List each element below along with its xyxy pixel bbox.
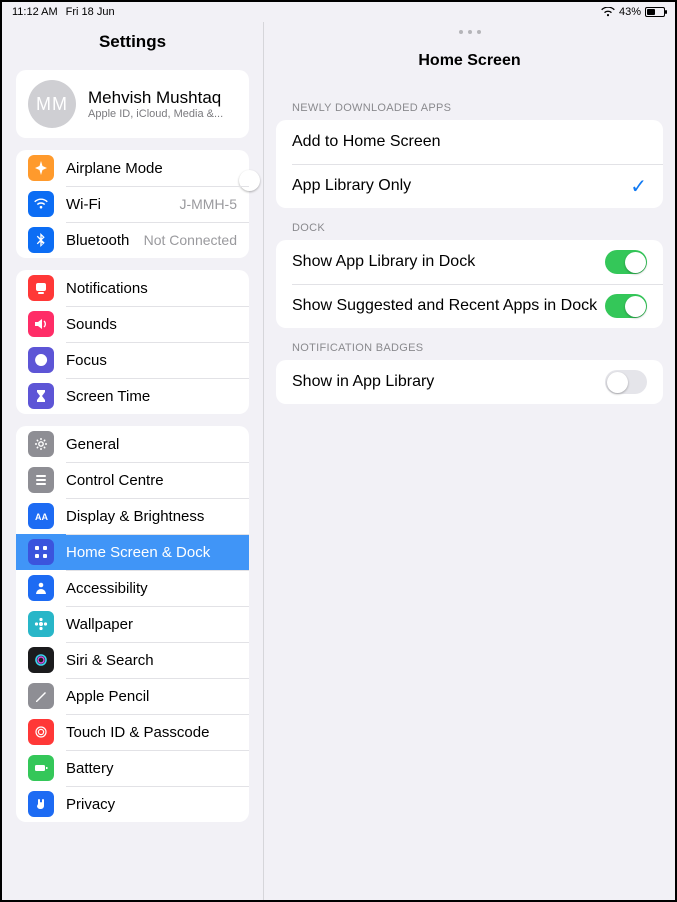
row-trail: J-MMH-5: [179, 196, 237, 212]
sidebar-item-bluetooth[interactable]: Bluetooth Not Connected: [16, 222, 249, 258]
bell-icon: [28, 275, 54, 301]
content-title: Home Screen: [264, 42, 675, 88]
finger-icon: [28, 719, 54, 745]
grid-icon: [28, 539, 54, 565]
sidebar-item-focus[interactable]: Focus: [16, 342, 249, 378]
setting-row-add-to-home-screen[interactable]: Add to Home Screen: [276, 120, 663, 164]
setting-label: Show in App Library: [292, 373, 434, 391]
row-trail: Not Connected: [144, 232, 237, 248]
sidebar-item-siri-search[interactable]: Siri & Search: [16, 642, 249, 678]
row-label: Airplane Mode: [66, 160, 163, 177]
row-label: Control Centre: [66, 472, 164, 489]
status-time: 11:12 AM: [12, 6, 58, 18]
moon-icon: [28, 347, 54, 373]
sidebar-item-touch-id-passcode[interactable]: Touch ID & Passcode: [16, 714, 249, 750]
battery-icon: [28, 755, 54, 781]
person-icon: [28, 575, 54, 601]
profile-name: Mehvish Mushtaq: [88, 88, 223, 108]
sidebar-item-wallpaper[interactable]: Wallpaper: [16, 606, 249, 642]
sidebar-item-wi-fi[interactable]: Wi-Fi J-MMH-5: [16, 186, 249, 222]
sliders-icon: [28, 467, 54, 493]
bluetooth-icon: [28, 227, 54, 253]
setting-row-show-in-app-library[interactable]: Show in App Library: [276, 360, 663, 404]
row-label: Wi-Fi: [66, 196, 101, 213]
sidebar-item-general[interactable]: General: [16, 426, 249, 462]
row-label: Focus: [66, 352, 107, 369]
siri-icon: [28, 647, 54, 673]
setting-label: Show Suggested and Recent Apps in Dock: [292, 297, 597, 315]
sidebar-item-control-centre[interactable]: Control Centre: [16, 462, 249, 498]
pencil-icon: [28, 683, 54, 709]
sidebar-item-display-brightness[interactable]: Display & Brightness: [16, 498, 249, 534]
sidebar-item-accessibility[interactable]: Accessibility: [16, 570, 249, 606]
row-label: Bluetooth: [66, 232, 129, 249]
row-label: Touch ID & Passcode: [66, 724, 209, 741]
row-label: Wallpaper: [66, 616, 133, 633]
speaker-icon: [28, 311, 54, 337]
setting-row-show-suggested-and-recent-apps-in-dock[interactable]: Show Suggested and Recent Apps in Dock: [276, 284, 663, 328]
sidebar-item-home-screen-dock[interactable]: Home Screen & Dock: [16, 534, 249, 570]
toggle[interactable]: [605, 250, 647, 274]
setting-row-app-library-only[interactable]: App Library Only ✓: [276, 164, 663, 208]
group-header: DOCK: [264, 208, 675, 240]
row-label: Display & Brightness: [66, 508, 204, 525]
letters-icon: [28, 503, 54, 529]
hourglass-icon: [28, 383, 54, 409]
avatar: MM: [28, 80, 76, 128]
sidebar-item-airplane-mode[interactable]: Airplane Mode: [16, 150, 249, 186]
battery-pct: 43%: [619, 6, 641, 18]
sidebar-item-privacy[interactable]: Privacy: [16, 786, 249, 822]
sidebar-title: Settings: [2, 22, 263, 64]
airplane-icon: [28, 155, 54, 181]
group-header: NOTIFICATION BADGES: [264, 328, 675, 360]
settings-sidebar: Settings MM Mehvish Mushtaq Apple ID, iC…: [2, 22, 264, 900]
row-label: Battery: [66, 760, 114, 777]
setting-row-show-app-library-in-dock[interactable]: Show App Library in Dock: [276, 240, 663, 284]
gear-icon: [28, 431, 54, 457]
profile-card[interactable]: MM Mehvish Mushtaq Apple ID, iCloud, Med…: [16, 70, 249, 138]
row-label: Apple Pencil: [66, 688, 149, 705]
row-label: Accessibility: [66, 580, 148, 597]
toggle[interactable]: [605, 370, 647, 394]
row-label: Screen Time: [66, 388, 150, 405]
sidebar-item-screen-time[interactable]: Screen Time: [16, 378, 249, 414]
wifi-icon: [601, 7, 615, 17]
flower-icon: [28, 611, 54, 637]
setting-label: App Library Only: [292, 177, 411, 195]
setting-label: Add to Home Screen: [292, 133, 441, 151]
status-bar: 11:12 AM Fri 18 Jun 43%: [2, 2, 675, 22]
checkmark-icon: ✓: [630, 174, 647, 199]
wifi-icon: [28, 191, 54, 217]
sidebar-item-notifications[interactable]: Notifications: [16, 270, 249, 306]
group-header: NEWLY DOWNLOADED APPS: [264, 88, 675, 120]
setting-label: Show App Library in Dock: [292, 253, 475, 271]
hand-icon: [28, 791, 54, 817]
row-label: Home Screen & Dock: [66, 544, 210, 561]
profile-sub: Apple ID, iCloud, Media &...: [88, 108, 223, 120]
row-label: Privacy: [66, 796, 115, 813]
row-label: General: [66, 436, 119, 453]
row-label: Sounds: [66, 316, 117, 333]
sidebar-item-apple-pencil[interactable]: Apple Pencil: [16, 678, 249, 714]
content-pane: Home Screen NEWLY DOWNLOADED APPS Add to …: [264, 22, 675, 900]
sidebar-item-sounds[interactable]: Sounds: [16, 306, 249, 342]
sidebar-item-battery[interactable]: Battery: [16, 750, 249, 786]
row-label: Siri & Search: [66, 652, 154, 669]
row-label: Notifications: [66, 280, 148, 297]
battery-icon: [645, 7, 665, 17]
toggle[interactable]: [605, 294, 647, 318]
status-date: Fri 18 Jun: [66, 6, 115, 18]
multitask-dots[interactable]: [264, 22, 675, 42]
